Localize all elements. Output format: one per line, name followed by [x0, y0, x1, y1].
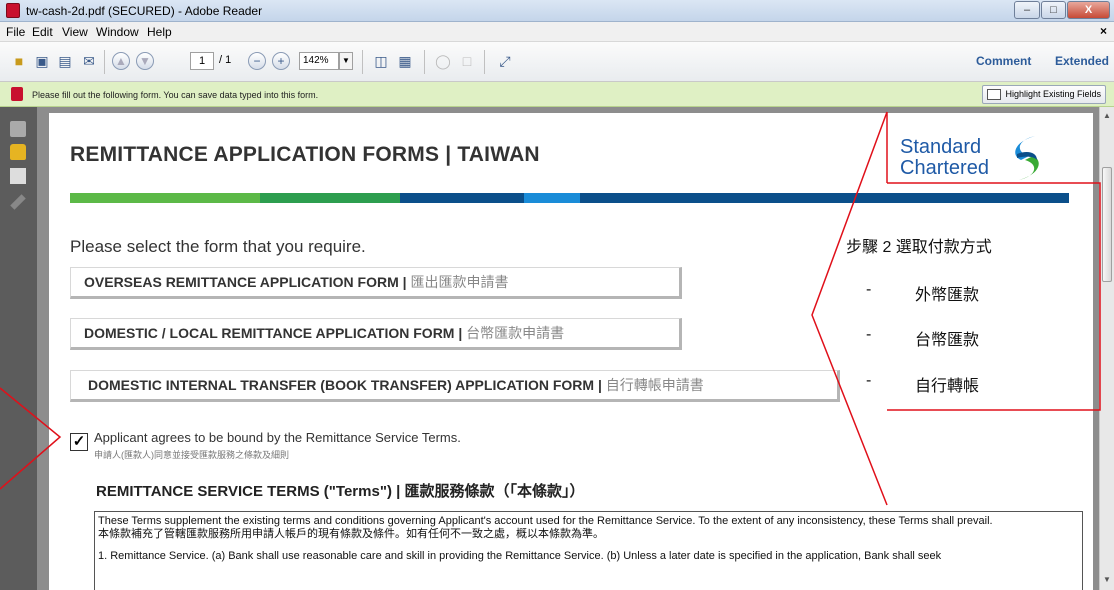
toolbar-separator	[424, 50, 425, 74]
agree-terms-label: Applicant agrees to be bound by the Remi…	[94, 430, 461, 445]
vertical-scrollbar[interactable]: ▲ ▼	[1099, 107, 1114, 590]
callout-dash: -	[866, 281, 872, 298]
open-folder-icon[interactable]: ■	[10, 52, 28, 70]
highlight-fields-icon	[987, 89, 1002, 100]
print-icon[interactable]: ▤	[56, 52, 74, 70]
close-button[interactable]: X	[1067, 1, 1110, 19]
fullscreen-icon[interactable]: ⤢	[496, 52, 514, 70]
agree-terms-label-zh: 申請人(匯款人)同意並接受匯款服務之條款及細則	[94, 450, 289, 460]
page-number-input[interactable]: 1	[190, 52, 214, 70]
standard-chartered-logo-text: Standard Chartered	[900, 137, 989, 179]
terms-text-box[interactable]: These Terms supplement the existing term…	[94, 511, 1083, 590]
comment-tab[interactable]: Comment	[976, 54, 1031, 68]
zoom-input[interactable]: 142%	[299, 52, 339, 70]
menu-edit[interactable]: Edit	[32, 25, 53, 39]
zoom-in-icon[interactable]: +	[272, 52, 290, 70]
terms-heading-bold: Terms	[335, 483, 380, 500]
pages-panel-icon[interactable]	[10, 121, 26, 137]
terms-heading-post: ") | 匯款服務條款（「本條款」）	[379, 483, 585, 500]
menu-window[interactable]: Window	[96, 25, 139, 39]
window-titlebar: tw-cash-2d.pdf (SECURED) - Adobe Reader …	[0, 0, 1114, 22]
navigation-pane	[0, 107, 37, 590]
overseas-remittance-form-button[interactable]: OVERSEAS REMITTANCE APPLICATION FORM | 匯…	[70, 267, 682, 299]
toolbar-separator	[484, 50, 485, 74]
form-info-bar: Please fill out the following form. You …	[0, 82, 1114, 107]
fit-width-icon[interactable]: ▦	[396, 52, 414, 70]
select-form-prompt: Please select the form that you require.	[70, 237, 366, 256]
terms-heading: REMITTANCE SERVICE TERMS ("Terms") | 匯款服…	[96, 480, 584, 501]
paperclip-icon[interactable]	[10, 194, 26, 210]
form-button-label-en: DOMESTIC / LOCAL REMITTANCE APPLICATION …	[84, 325, 463, 341]
form-button-label-en: OVERSEAS REMITTANCE APPLICATION FORM |	[84, 274, 407, 290]
page-total: / 1	[219, 54, 232, 66]
extended-tab[interactable]: Extended	[1055, 54, 1109, 68]
callout-item-twd: 台幣匯款	[915, 332, 980, 349]
domestic-remittance-form-button[interactable]: DOMESTIC / LOCAL REMITTANCE APPLICATION …	[70, 318, 682, 350]
menu-help[interactable]: Help	[147, 25, 172, 39]
callout-item-internal: 自行轉帳	[915, 378, 980, 395]
terms-clause-1: 1. Remittance Service. (a) Bank shall us…	[98, 550, 942, 562]
menu-view[interactable]: View	[62, 25, 88, 39]
callout-dash: -	[866, 326, 872, 343]
logo-line-chartered: Chartered	[900, 157, 989, 179]
maximize-button[interactable]: □	[1041, 1, 1066, 19]
attachments-icon[interactable]	[10, 168, 26, 184]
internal-transfer-form-button[interactable]: DOMESTIC INTERNAL TRANSFER (BOOK TRANSFE…	[70, 370, 840, 402]
sticky-note-icon[interactable]: □	[458, 52, 476, 70]
next-page-icon[interactable]: ▼	[136, 52, 154, 70]
terms-paragraph-zh: 本條款補充了管轄匯款服務所用申請人帳戶的現有條款及條件。如有任何不一致之處，概以…	[98, 528, 604, 540]
lock-icon[interactable]	[10, 144, 26, 160]
page-title: REMITTANCE APPLICATION FORMS | TAIWAN	[70, 143, 540, 166]
highlight-fields-label: Highlight Existing Fields	[1005, 89, 1101, 99]
brand-stripe-blue-dark	[400, 193, 524, 203]
terms-paragraph-en: These Terms supplement the existing term…	[98, 515, 993, 527]
save-icon[interactable]: ▣	[33, 52, 51, 70]
callout-heading: 步驟 2 選取付款方式	[846, 239, 992, 256]
zoom-out-icon[interactable]: −	[248, 52, 266, 70]
standard-chartered-logo-mark	[1015, 136, 1039, 180]
logo-line-standard: Standard	[900, 136, 982, 158]
brand-stripe-green-light	[70, 193, 260, 203]
scroll-down-icon[interactable]: ▼	[1103, 575, 1111, 584]
email-icon[interactable]: ✉	[80, 52, 98, 70]
zoom-dropdown-icon[interactable]: ▼	[339, 52, 353, 70]
form-button-label-en: DOMESTIC INTERNAL TRANSFER (BOOK TRANSFE…	[88, 377, 602, 393]
window-title: tw-cash-2d.pdf (SECURED) - Adobe Reader	[26, 4, 263, 18]
minimize-button[interactable]: –	[1014, 1, 1040, 19]
callout-dash: -	[866, 372, 872, 389]
form-info-message: Please fill out the following form. You …	[32, 90, 319, 100]
form-button-label-zh: 台幣匯款申請書	[462, 325, 565, 341]
toolbar: ■ ▣ ▤ ✉ ▲ ▼ 1 / 1 − + 142% ▼ ◫ ▦ ◯ □ ⤢ C…	[0, 42, 1114, 82]
callout-item-foreign: 外幣匯款	[915, 287, 980, 304]
form-document-icon	[11, 87, 23, 101]
menu-bar: File Edit View Window Help ×	[0, 22, 1114, 42]
toolbar-separator	[104, 50, 105, 74]
previous-page-icon[interactable]: ▲	[112, 52, 130, 70]
toolbar-separator	[362, 50, 363, 74]
brand-stripe-green-dark	[260, 193, 400, 203]
agree-terms-checkbox[interactable]: ✓	[70, 433, 88, 451]
form-button-label-zh: 自行轉帳申請書	[601, 377, 704, 393]
brand-stripe-blue-dark-2	[580, 193, 1069, 203]
terms-heading-pre: REMITTANCE SERVICE TERMS ("	[96, 483, 336, 500]
adobe-reader-icon	[6, 3, 20, 18]
scroll-up-icon[interactable]: ▲	[1103, 111, 1111, 120]
fit-page-icon[interactable]: ◫	[372, 52, 390, 70]
brand-stripe-blue-light	[524, 193, 580, 203]
document-close-icon[interactable]: ×	[1100, 24, 1107, 38]
menu-file[interactable]: File	[6, 25, 25, 39]
pdf-page: REMITTANCE APPLICATION FORMS | TAIWAN St…	[49, 113, 1093, 590]
scrollbar-thumb[interactable]	[1102, 167, 1112, 282]
highlight-fields-button[interactable]: Highlight Existing Fields	[982, 85, 1106, 104]
form-button-label-zh: 匯出匯款申請書	[406, 274, 509, 290]
comment-bubble-icon[interactable]: ◯	[434, 52, 452, 70]
